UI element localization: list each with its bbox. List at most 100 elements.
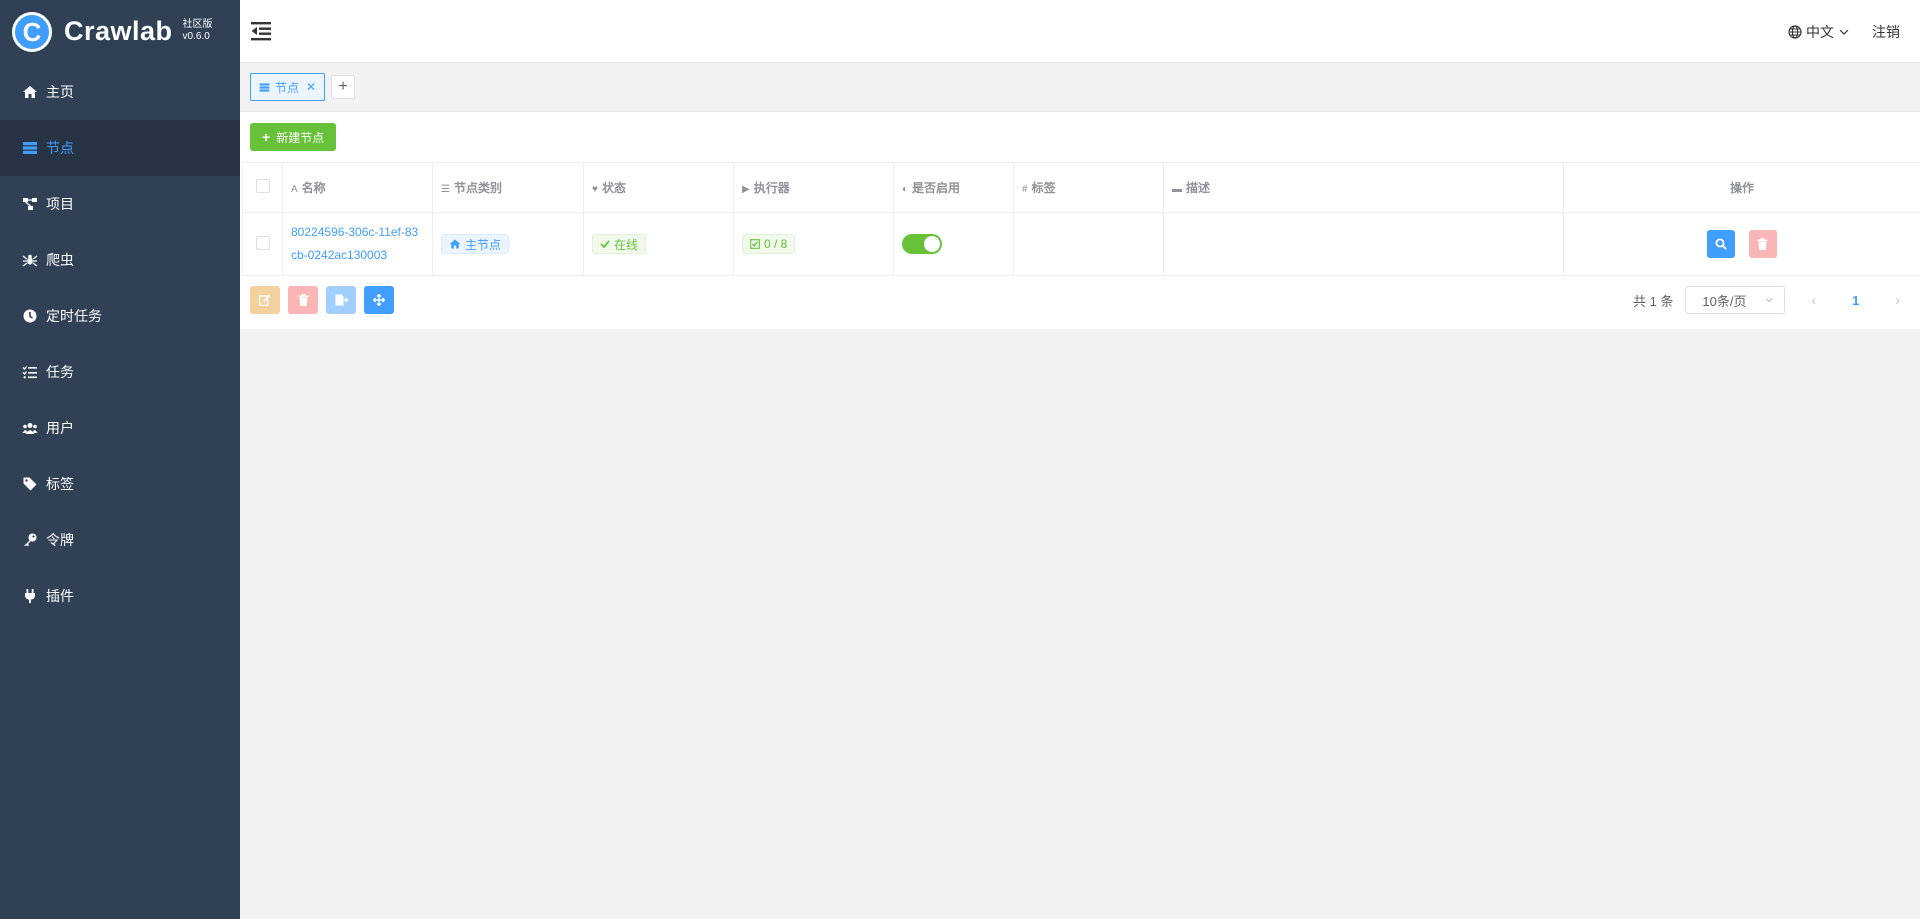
app-edition: 社区版 xyxy=(182,18,213,30)
sidebar-item-label: 任务 xyxy=(46,364,74,380)
page-size-select[interactable]: 10条/页 xyxy=(1685,286,1786,314)
column-header-status[interactable]: ♥ 状态 xyxy=(583,162,734,213)
sidebar-item-label: 用户 xyxy=(46,420,74,436)
sidebar-item-nodes[interactable]: 节点 xyxy=(0,120,240,176)
new-node-button[interactable]: + 新建节点 xyxy=(250,123,337,151)
node-type-cell: 主节点 xyxy=(432,212,584,276)
sidebar-item-home[interactable]: 主页 xyxy=(0,64,240,120)
column-header-actions: 操作 xyxy=(1563,162,1920,213)
sidebar-item-label: 主页 xyxy=(46,84,74,100)
plug-icon xyxy=(20,586,40,606)
top-header: 中文 注销 xyxy=(240,0,1920,63)
file-export-icon xyxy=(335,294,348,306)
sidebar-item-schedules[interactable]: 定时任务 xyxy=(0,288,240,344)
column-header-executors[interactable]: ▶ 执行器 xyxy=(733,162,894,213)
font-icon: A xyxy=(291,184,298,195)
nodes-table: A 名称 ☰ 节点类别 ♥ 状态 ▶ 执行器 ◐ 是否启用 # 标签 ▬ 描述 操作 8022… xyxy=(242,162,1920,276)
page-number-current[interactable]: 1 xyxy=(1852,293,1859,308)
tag-icon xyxy=(20,474,40,494)
node-description-cell xyxy=(1163,212,1564,276)
sidebar-item-label: 定时任务 xyxy=(46,308,102,324)
sidebar-item-label: 插件 xyxy=(46,588,74,604)
home-icon xyxy=(20,82,40,102)
chevron-down-icon xyxy=(1839,29,1849,35)
trash-icon xyxy=(1757,238,1768,250)
select-all-checkbox[interactable] xyxy=(255,179,270,193)
globe-icon xyxy=(1788,25,1802,39)
node-type-tag: 主节点 xyxy=(441,234,510,254)
sidebar-item-projects[interactable]: 项目 xyxy=(0,176,240,232)
page-size-value: 10条/页 xyxy=(1702,293,1747,309)
list-icon: ☰ xyxy=(441,184,450,195)
pagination: 共 1 条 10条/页 ‹ 1 › xyxy=(1633,286,1900,314)
bulk-edit-button[interactable] xyxy=(250,286,280,314)
arrows-icon xyxy=(373,294,385,306)
trash-icon xyxy=(298,294,308,306)
clock-icon xyxy=(20,306,40,326)
sidebar-menu: 主页 节点 项目 爬虫 定时任务 任务 用户 标签 令牌 插件 xyxy=(0,64,240,624)
column-header-description[interactable]: ▬ 描述 xyxy=(1163,162,1564,213)
prev-page-button[interactable]: ‹ xyxy=(1811,292,1816,308)
column-header-tags[interactable]: # 标签 xyxy=(1013,162,1164,213)
bulk-delete-button[interactable] xyxy=(288,286,318,314)
sidebar-item-label: 项目 xyxy=(46,196,74,212)
bulk-actions xyxy=(250,286,394,314)
add-tab-button[interactable]: + xyxy=(331,75,355,99)
pagination-total: 共 1 条 xyxy=(1632,293,1674,309)
sidebar-item-spiders[interactable]: 爬虫 xyxy=(0,232,240,288)
new-node-label: 新建节点 xyxy=(276,130,325,145)
status-badge: 在线 xyxy=(592,234,647,254)
logout-button[interactable]: 注销 xyxy=(1872,22,1900,42)
node-name-link[interactable]: 80224596-306c-11ef-83 cb-0242ac130003 xyxy=(291,221,424,267)
heartbeat-icon: ♥ xyxy=(592,184,598,195)
sidebar-toggle-icon[interactable] xyxy=(250,20,272,42)
table-header-row: A 名称 ☰ 节点类别 ♥ 状态 ▶ 执行器 ◐ 是否启用 # 标签 ▬ 描述 操作 xyxy=(242,162,1920,213)
check-icon xyxy=(600,240,610,249)
sidebar-item-label: 令牌 xyxy=(46,532,74,548)
node-enabled-cell xyxy=(893,212,1014,276)
bulk-export-button[interactable] xyxy=(326,286,356,314)
app-meta: 社区版 v0.6.0 xyxy=(183,19,213,43)
sidebar-item-tokens[interactable]: 令牌 xyxy=(0,512,240,568)
play-icon: ▶ xyxy=(742,184,750,195)
sidebar-item-label: 标签 xyxy=(46,476,74,492)
main-panel: + 新建节点 A 名称 ☰ 节点类别 ♥ 状态 ▶ 执行器 ◐ 是否启用 # 标签 ▬ 描述 … xyxy=(240,112,1920,329)
language-selector[interactable]: 中文 xyxy=(1788,22,1854,42)
spider-icon xyxy=(20,250,40,270)
enabled-switch[interactable] xyxy=(902,234,942,254)
node-tags-cell xyxy=(1013,212,1164,276)
project-diagram-icon xyxy=(20,194,40,214)
tab-nodes[interactable]: 节点 ✕ xyxy=(250,73,326,101)
sidebar: C Crawlab 社区版 v0.6.0 主页 节点 项目 爬虫 定时任务 任务… xyxy=(0,0,240,919)
bulk-move-button[interactable] xyxy=(364,286,394,314)
next-page-button[interactable]: › xyxy=(1895,292,1900,308)
column-header-enabled[interactable]: ◐ 是否启用 xyxy=(893,162,1014,213)
tabs-bar: 节点 ✕ + xyxy=(240,63,1920,112)
table-row: 80224596-306c-11ef-83 cb-0242ac130003 主节… xyxy=(242,212,1920,276)
home-icon xyxy=(449,239,461,249)
hashtag-icon: # xyxy=(1022,184,1028,195)
delete-node-button[interactable] xyxy=(1748,230,1777,258)
node-name-cell: 80224596-306c-11ef-83 cb-0242ac130003 xyxy=(282,212,433,276)
users-icon xyxy=(20,418,40,438)
logo[interactable]: C Crawlab 社区版 v0.6.0 xyxy=(0,0,240,63)
chevron-down-icon xyxy=(1765,298,1773,303)
server-icon xyxy=(259,82,270,93)
view-node-button[interactable] xyxy=(1707,230,1736,258)
executors-badge: 0 / 8 xyxy=(742,234,796,254)
node-actions-cell xyxy=(1563,212,1920,276)
crawlab-logo-icon: C xyxy=(12,11,52,52)
app-version: v0.6.0 xyxy=(182,30,210,42)
column-header-type[interactable]: ☰ 节点类别 xyxy=(432,162,584,213)
row-checkbox[interactable] xyxy=(255,235,270,250)
search-icon xyxy=(1715,238,1728,250)
sidebar-item-plugins[interactable]: 插件 xyxy=(0,568,240,624)
sidebar-item-tasks[interactable]: 任务 xyxy=(0,344,240,400)
node-executors-cell: 0 / 8 xyxy=(733,212,894,276)
sidebar-item-users[interactable]: 用户 xyxy=(0,400,240,456)
close-icon[interactable]: ✕ xyxy=(306,80,316,94)
tasks-icon xyxy=(20,362,40,382)
column-header-name[interactable]: A 名称 xyxy=(282,162,433,213)
language-label: 中文 xyxy=(1806,24,1834,40)
sidebar-item-tags[interactable]: 标签 xyxy=(0,456,240,512)
